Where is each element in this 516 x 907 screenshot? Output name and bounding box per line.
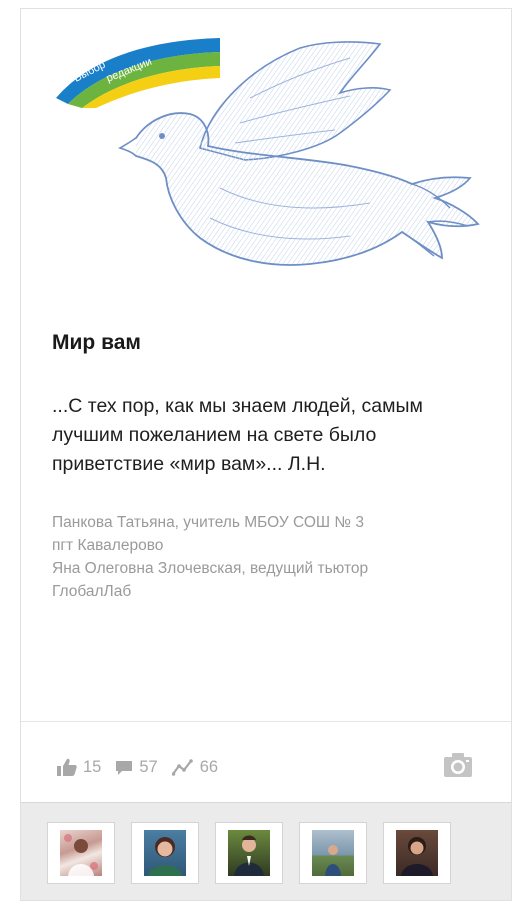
project-stats: 15 57 66	[57, 752, 218, 782]
card-divider	[21, 721, 511, 722]
avatar-photo	[234, 835, 264, 876]
author-line: пгт Кавалерово	[52, 537, 164, 554]
project-card: Выбор редакции Мир вам ...С тех пор, как…	[20, 8, 512, 901]
project-authors: Панкова Татьяна, учитель МБОУ СОШ № 3 пг…	[52, 511, 492, 603]
editors-choice-badge: Выбор редакции	[56, 38, 220, 108]
participant-avatar[interactable]	[215, 822, 283, 884]
thumbs-up-icon	[57, 758, 77, 776]
author-line: Яна Олеговна Злочевская, ведущий тьютор	[52, 560, 369, 577]
participant-avatar[interactable]	[47, 822, 115, 884]
project-excerpt: ...С тех пор, как мы знаем людей, самым …	[52, 395, 423, 475]
participant-avatar[interactable]	[299, 822, 367, 884]
comments-count: 57	[139, 757, 158, 776]
avatar-photo	[325, 845, 341, 876]
project-cover-image[interactable]: Выбор редакции	[50, 38, 492, 293]
participant-avatar[interactable]	[131, 822, 199, 884]
views-count: 66	[199, 757, 219, 776]
avatar-photo	[401, 837, 433, 876]
likes-count: 15	[83, 757, 102, 776]
project-title[interactable]: Мир вам	[52, 331, 141, 355]
camera-icon[interactable]	[443, 752, 473, 778]
author-line: ГлобалЛаб	[52, 583, 132, 600]
participant-avatar[interactable]	[383, 822, 451, 884]
likes-stat[interactable]: 15	[57, 758, 101, 777]
avatar-photo	[148, 837, 182, 876]
author-line: Панкова Татьяна, учитель МБОУ СОШ № 3	[52, 514, 364, 531]
avatar-photo	[64, 834, 98, 876]
activity-icon	[171, 759, 193, 776]
views-stat[interactable]: 66	[171, 757, 219, 777]
participants-list	[47, 822, 451, 884]
comment-icon	[116, 761, 133, 775]
comments-stat[interactable]: 57	[115, 757, 158, 777]
participants-bar	[21, 802, 511, 900]
